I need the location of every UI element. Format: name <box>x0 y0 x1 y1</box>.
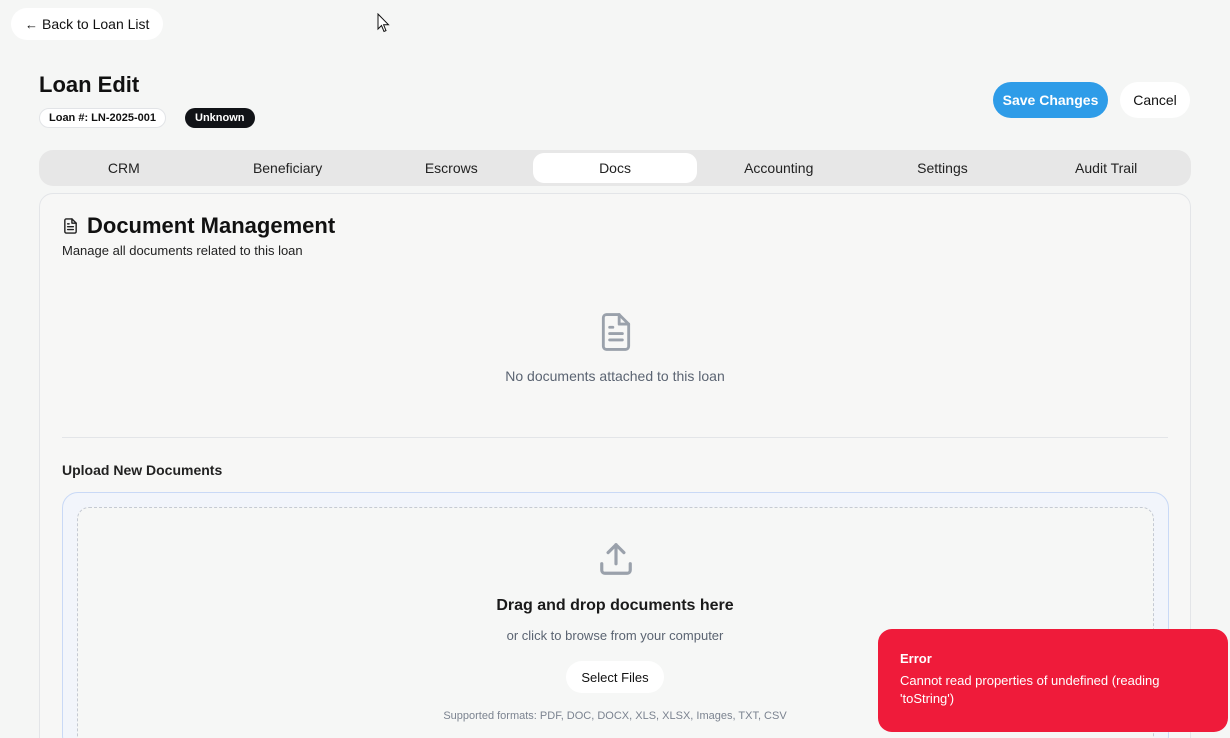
toast-message: Cannot read properties of undefined (rea… <box>900 673 1160 706</box>
dropzone-title: Drag and drop documents here <box>496 597 734 614</box>
upload-icon <box>600 543 632 575</box>
error-toast[interactable]: Error Cannot read properties of undefine… <box>878 629 1228 732</box>
tab-crm[interactable]: CRM <box>42 153 206 183</box>
back-button-label: Back to Loan List <box>42 16 150 32</box>
mouse-cursor-icon <box>377 13 390 33</box>
tab-accounting[interactable]: Accounting <box>697 153 861 183</box>
arrow-left-icon: ← <box>25 16 38 32</box>
tab-docs[interactable]: Docs <box>533 153 697 183</box>
toast-title: Error <box>900 651 932 666</box>
section-title: Document Management <box>87 213 336 238</box>
loan-edit-page: ← Back to Loan List Loan Edit Loan #: LN… <box>0 0 1230 738</box>
tab-beneficiary[interactable]: Beneficiary <box>206 153 370 183</box>
empty-document-icon <box>601 313 631 351</box>
page-title: Loan Edit <box>39 72 140 97</box>
empty-state-text: No documents attached to this loan <box>505 368 725 384</box>
tab-bar: CRM Beneficiary Escrows Docs Accounting … <box>39 150 1191 186</box>
upload-section-title: Upload New Documents <box>62 462 223 478</box>
status-badge: Unknown <box>185 108 255 128</box>
back-to-loan-list-button[interactable]: ← Back to Loan List <box>11 8 164 40</box>
document-management-header: Document Management <box>62 213 335 239</box>
section-subtitle: Manage all documents related to this loa… <box>62 243 303 258</box>
save-changes-button[interactable]: Save Changes <box>993 82 1108 118</box>
tab-settings[interactable]: Settings <box>861 153 1025 183</box>
select-files-button[interactable]: Select Files <box>566 661 664 693</box>
loan-number-badge: Loan #: LN-2025-001 <box>39 108 166 128</box>
divider <box>62 437 1168 438</box>
file-text-icon <box>64 218 77 234</box>
cancel-button[interactable]: Cancel <box>1120 82 1190 118</box>
tab-escrows[interactable]: Escrows <box>369 153 533 183</box>
tab-audit-trail[interactable]: Audit Trail <box>1024 153 1188 183</box>
